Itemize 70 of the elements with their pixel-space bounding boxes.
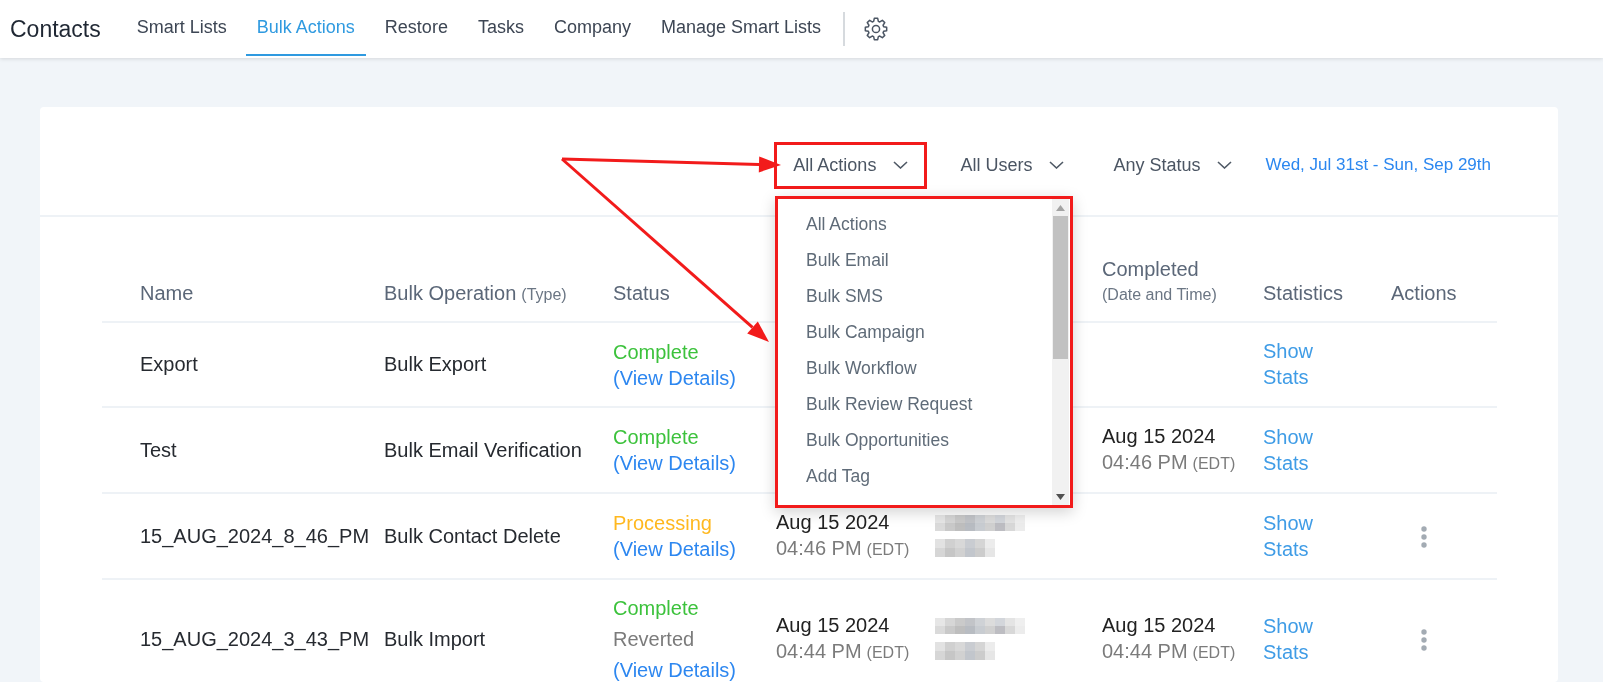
time-text: 04:44 PM — [1102, 640, 1188, 662]
table-cell: Bulk Contact Delete — [384, 524, 561, 547]
menu-item[interactable]: Add Tag — [806, 458, 870, 494]
table-cell: 15_AUG_2024_8_46_PM — [140, 524, 370, 547]
date-range-link[interactable]: Wed, Jul 31st - Sun, Sep 29th — [1265, 152, 1491, 178]
nav-tab[interactable]: Restore — [373, 0, 459, 56]
column-header: Statistics — [1263, 282, 1344, 304]
view-details-link[interactable]: (View Details) — [613, 536, 736, 562]
table-cell: Bulk Import — [384, 627, 486, 650]
time-text: 04:46 PM — [1102, 451, 1188, 473]
app-title: Contacts — [10, 17, 101, 41]
menu-item[interactable]: Bulk Email — [806, 242, 889, 278]
timezone-text: (EDT) — [1192, 644, 1236, 661]
nav-tab[interactable]: Smart Lists — [125, 0, 238, 56]
nav-tab[interactable]: Manage Smart Lists — [649, 0, 833, 56]
column-header: Bulk Operation — [384, 282, 517, 304]
nav-tab[interactable]: Bulk Actions — [245, 0, 366, 56]
timezone-text: (EDT) — [866, 644, 910, 661]
status-text: Complete — [613, 596, 699, 621]
filter-dropdown[interactable]: Any Status — [1097, 144, 1249, 186]
view-details-link[interactable]: (View Details) — [613, 450, 736, 476]
date-text: Aug 15 2024 — [1102, 424, 1216, 449]
kebab-menu-icon[interactable] — [1421, 525, 1427, 548]
timezone-text: (EDT) — [1192, 455, 1236, 472]
scroll-up-icon[interactable] — [1056, 205, 1065, 211]
column-header: Name — [140, 282, 194, 304]
column-header: Status — [613, 282, 670, 304]
table-cell: Bulk Export — [384, 353, 487, 375]
chevron-down-icon — [1217, 161, 1233, 169]
menu-item[interactable]: Bulk Opportunities — [806, 422, 949, 458]
column-header-note: (Type) — [521, 286, 567, 303]
date-text: Aug 15 2024 — [776, 510, 890, 535]
date-text: Aug 15 2024 — [1102, 613, 1216, 638]
chevron-down-icon — [1049, 161, 1065, 169]
chevron-down-icon — [893, 161, 909, 169]
view-details-link[interactable]: (View Details) — [613, 364, 736, 391]
settings-icon[interactable] — [864, 17, 889, 41]
menu-item[interactable]: All Actions — [806, 206, 887, 242]
menu-item[interactable]: Bulk SMS — [806, 278, 883, 314]
status-text: Complete — [613, 425, 699, 450]
show-stats-link[interactable]: Show Stats — [1263, 612, 1314, 665]
kebab-menu-icon[interactable] — [1421, 628, 1427, 651]
status-text: Processing — [613, 511, 712, 536]
column-header: Actions — [1391, 282, 1457, 304]
table-cell: 15_AUG_2024_3_43_PM — [140, 627, 370, 650]
column-header-note: (Date and Time) — [1102, 285, 1218, 305]
timezone-text: (EDT) — [866, 541, 910, 558]
show-stats-link[interactable]: Show Stats — [1263, 509, 1314, 562]
scrollbar-thumb[interactable] — [1053, 216, 1068, 359]
scroll-down-icon[interactable] — [1056, 494, 1065, 500]
view-details-link[interactable]: (View Details) — [613, 657, 736, 682]
time-text: 04:46 PM — [776, 537, 862, 559]
show-stats-link[interactable]: Show Stats — [1263, 338, 1314, 390]
status-text: Complete — [613, 339, 699, 365]
column-header: Completed — [1102, 257, 1200, 282]
date-text: Aug 15 2024 — [776, 613, 890, 638]
filter-dropdown[interactable]: All Actions — [777, 144, 925, 186]
menu-item[interactable]: Bulk Workflow — [806, 350, 917, 386]
status-text: Reverted — [613, 627, 695, 652]
time-text: 04:44 PM — [776, 640, 862, 662]
nav-tab[interactable]: Tasks — [466, 0, 535, 56]
nav-tab[interactable]: Company — [542, 0, 642, 56]
show-stats-link[interactable]: Show Stats — [1263, 423, 1314, 476]
menu-item[interactable]: Bulk Campaign — [806, 314, 925, 350]
table-cell: Bulk Email Verification — [384, 438, 582, 461]
menu-item[interactable]: Bulk Review Request — [806, 386, 973, 422]
scrollbar-track[interactable] — [1052, 199, 1069, 505]
table-cell: Test — [140, 438, 177, 461]
filter-dropdown[interactable]: All Users — [944, 144, 1081, 186]
table-cell: Export — [140, 353, 198, 375]
